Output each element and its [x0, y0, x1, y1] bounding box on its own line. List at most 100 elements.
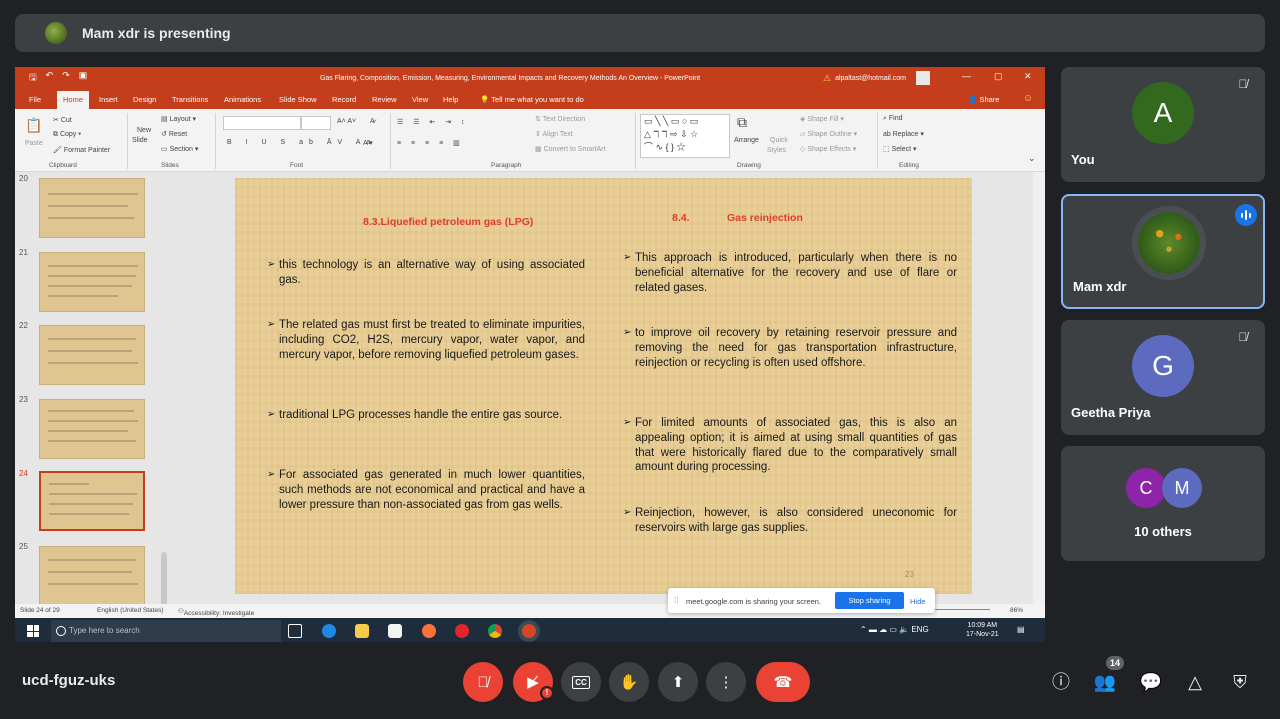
align-text-button[interactable]: ⇕ Align Text — [535, 130, 573, 138]
tab-view[interactable]: View — [412, 95, 428, 104]
select-button[interactable]: ⬚ Select ▾ — [883, 145, 917, 153]
cut-button[interactable]: ✂ Cut — [53, 116, 72, 124]
save-icon[interactable]: 🖫 — [29, 70, 37, 86]
accessibility-status[interactable]: ⚇ Accessibility: Investigate — [178, 607, 254, 617]
current-slide[interactable]: 8.3.Liquefied petroleum gas (LPG) 8.4. G… — [235, 178, 972, 594]
find-button[interactable]: ⌕ Find — [883, 115, 903, 123]
opera-icon[interactable] — [455, 624, 469, 638]
participant-tile-you[interactable]: A 🎙̸ You — [1061, 67, 1265, 182]
store-icon[interactable] — [388, 624, 402, 638]
tab-record[interactable]: Record — [332, 95, 356, 104]
new-slide-label-2[interactable]: Slide — [132, 137, 148, 144]
close-icon[interactable]: ✕ — [1024, 71, 1032, 82]
tab-help[interactable]: Help — [443, 95, 458, 104]
paste-icon[interactable]: 📋 — [25, 117, 42, 134]
tab-file[interactable]: File — [29, 95, 41, 104]
shapes-gallery[interactable]: ▭ ╲ ╲ ▭ ○ ▭ △ ℸ ℸ ⇨ ⇩ ☆ ⌒ ∿ { } ☆ — [640, 114, 730, 158]
file-explorer-icon[interactable] — [355, 624, 369, 638]
redo-icon[interactable]: ↷ — [62, 70, 70, 86]
tab-animations[interactable]: Animations — [224, 95, 261, 104]
camera-toggle-button[interactable]: ▶̸! — [513, 662, 554, 702]
chrome-icon[interactable] — [488, 624, 502, 638]
edge-icon[interactable] — [322, 624, 336, 638]
format-painter-button[interactable]: 🖌 Format Painter — [53, 146, 110, 154]
system-tray[interactable]: ⌃ ▬ ☁ ▭ 🔈 ENG — [860, 625, 929, 634]
stop-sharing-button[interactable]: Stop sharing — [835, 592, 904, 609]
captions-button[interactable]: CC — [561, 662, 601, 702]
font-size-box[interactable] — [301, 116, 331, 130]
minimize-icon[interactable]: — — [962, 71, 971, 81]
tab-insert[interactable]: Insert — [99, 95, 118, 104]
windows-start-icon[interactable] — [27, 625, 39, 637]
undo-icon[interactable]: ↶ — [46, 70, 54, 86]
account-area[interactable]: ⚠ alpaltast@hotmail.com — [823, 71, 930, 85]
reset-button[interactable]: ↺ Reset — [161, 130, 187, 138]
section-button[interactable]: ▭ Section ▾ — [161, 145, 198, 153]
account-picture[interactable] — [916, 71, 930, 85]
activities-icon[interactable]: △ — [1183, 670, 1207, 694]
slide-thumbnail[interactable] — [39, 252, 145, 312]
chat-icon[interactable]: 💬 — [1139, 670, 1163, 694]
font-color-icon[interactable]: A ▾ — [363, 139, 373, 147]
smiley-icon[interactable]: ☺ — [1023, 93, 1033, 104]
tab-design[interactable]: Design — [133, 95, 156, 104]
slide-thumbnail[interactable] — [39, 399, 145, 459]
drag-handle-icon[interactable]: ⁞⁞ — [674, 596, 678, 605]
info-icon[interactable]: ⓘ — [1049, 670, 1073, 694]
format-painter-label: Format Painter — [63, 147, 111, 154]
font-size-icons[interactable]: A˄ A˅ — [337, 118, 356, 125]
clear-format-icon[interactable]: A̷ — [370, 118, 375, 125]
tab-home[interactable]: Home — [57, 91, 90, 109]
taskbar-search[interactable]: Type here to search — [51, 620, 281, 642]
list-icons[interactable]: ☰ ☰ ⇤ ⇥ ↕ — [397, 118, 469, 126]
share-button[interactable]: 👤 Share — [968, 95, 999, 104]
tab-review[interactable]: Review — [372, 95, 397, 104]
slide-thumbnail-selected[interactable] — [39, 471, 145, 531]
shape-outline-button[interactable]: ▱ Shape Outline ▾ — [800, 130, 857, 138]
people-icon[interactable]: 👥 — [1093, 670, 1117, 694]
copy-button[interactable]: ⧉ Copy ▾ — [53, 131, 81, 139]
arrange-icon[interactable]: ⧉ — [737, 114, 747, 131]
convert-smartart-button[interactable]: ▦ Convert to SmartArt — [535, 145, 605, 153]
tab-transitions[interactable]: Transitions — [172, 95, 208, 104]
font-name-box[interactable] — [223, 116, 301, 130]
vertical-scrollbar[interactable] — [1033, 172, 1045, 604]
host-controls-icon[interactable]: ⛨ — [1228, 670, 1252, 694]
layout-button[interactable]: ▤ Layout ▾ — [161, 115, 196, 123]
language-status[interactable]: English (United States) — [97, 607, 163, 614]
replace-button[interactable]: ab Replace ▾ — [883, 130, 924, 138]
collapse-ribbon-icon[interactable]: ⌄ — [1028, 153, 1036, 164]
maximize-icon[interactable]: ▢ — [994, 71, 1003, 82]
text-direction-button[interactable]: ⇅ Text Direction — [535, 115, 585, 123]
tab-slide-show[interactable]: Slide Show — [279, 95, 317, 104]
more-options-button[interactable]: ⋮ — [706, 662, 746, 702]
slide-thumbnail[interactable] — [39, 178, 145, 238]
paste-button[interactable]: Paste — [25, 140, 43, 147]
task-view-icon[interactable] — [288, 624, 302, 638]
participant-tile-geetha[interactable]: G 🎙̸ Geetha Priya — [1061, 320, 1265, 435]
quick-styles-label-1[interactable]: Quick — [770, 137, 788, 144]
align-icons[interactable]: ≡ ≡ ≡ ≡ ▥ — [397, 139, 464, 147]
participant-tile-presenter[interactable]: Mam xdr — [1061, 194, 1265, 309]
shape-effects-button[interactable]: ◇ Shape Effects ▾ — [800, 145, 856, 153]
powerpoint-taskbar-icon[interactable] — [522, 624, 536, 638]
slide-thumbnail[interactable] — [39, 325, 145, 385]
arrange-button[interactable]: Arrange — [734, 137, 759, 144]
quick-styles-label-2[interactable]: Styles — [767, 147, 786, 154]
present-button[interactable]: ⬆ — [658, 662, 698, 702]
raise-hand-button[interactable]: ✋ — [609, 662, 649, 702]
mic-toggle-button[interactable]: 🎙̸ — [463, 662, 503, 702]
start-slideshow-icon[interactable]: ▣ — [79, 70, 88, 86]
new-slide-label-1[interactable]: New — [137, 127, 151, 134]
zoom-level[interactable]: 86% — [1010, 607, 1023, 614]
hide-button[interactable]: Hide — [910, 597, 925, 606]
slide-thumbnail[interactable] — [39, 546, 145, 606]
shape-fill-button[interactable]: ◈ Shape Fill ▾ — [800, 115, 844, 123]
font-style-icons[interactable]: B I U S ab ĀV Aa — [227, 139, 376, 146]
leave-call-button[interactable]: ☎ — [756, 662, 810, 702]
notifications-icon[interactable]: ▤ — [1017, 625, 1025, 634]
tell-me-search[interactable]: 💡 Tell me what you want to do — [480, 95, 584, 104]
taskbar-clock[interactable]: 10:09 AM 17-Nov-21 — [966, 621, 999, 639]
firefox-icon[interactable] — [422, 624, 436, 638]
participant-tile-others[interactable]: C M 10 others — [1061, 446, 1265, 561]
